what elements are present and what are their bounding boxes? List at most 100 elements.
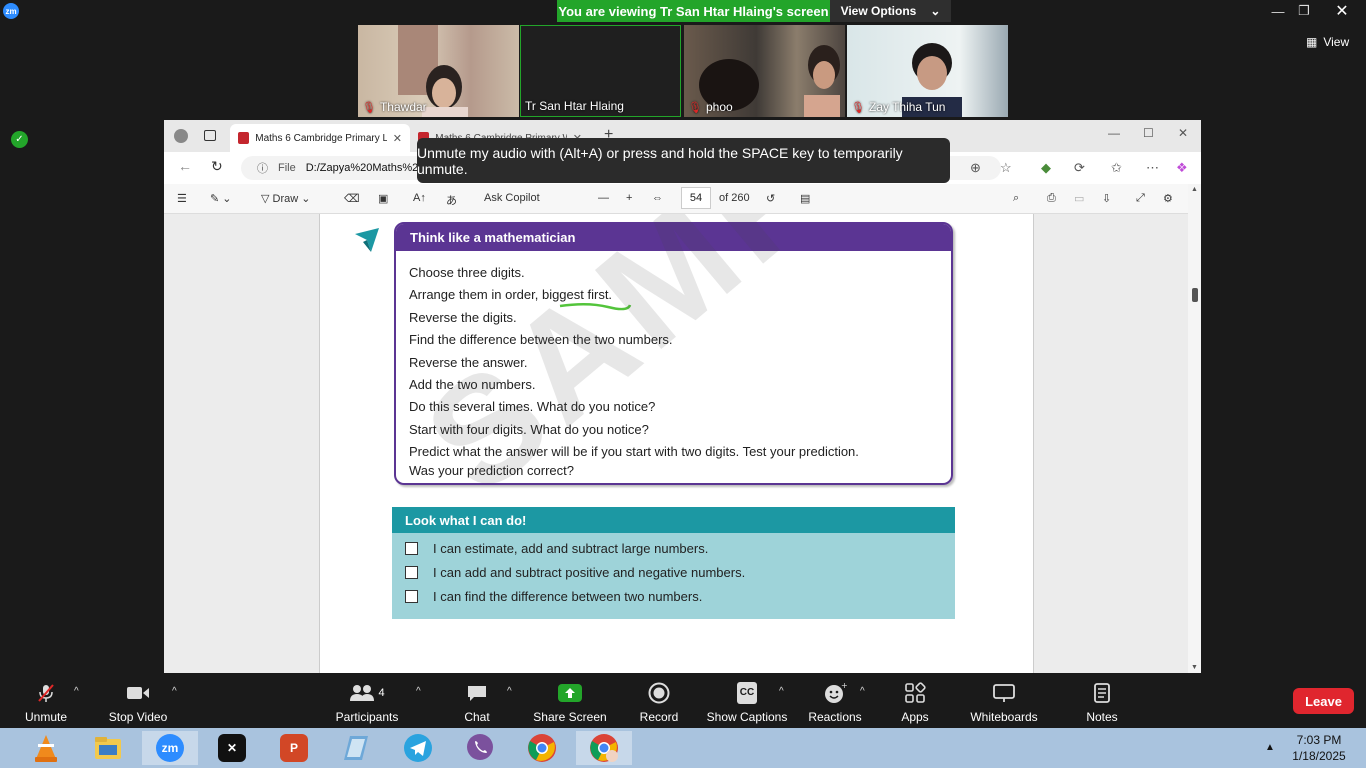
show-captions-label: Show Captions [706,710,788,724]
scroll-down-icon[interactable]: ▼ [1191,664,1198,671]
extension-icon[interactable]: ◆ [1041,160,1051,176]
info-icon: ⓘ [257,163,268,175]
sync-icon[interactable]: ⟳ [1074,160,1085,176]
page-number-input[interactable]: 54 [681,187,711,209]
zoom-icon[interactable]: ⊕ [970,160,981,176]
whiteboards-button[interactable]: Whiteboards [966,680,1042,724]
back-icon[interactable]: ← [178,158,192,174]
close-tab-icon[interactable]: ✕ [393,132,402,145]
stop-video-button[interactable]: Stop Video [105,680,171,724]
draw-button[interactable]: ▽ Draw ⌄ [261,192,310,205]
maximize-icon[interactable]: ☐ [1143,126,1154,140]
refresh-icon[interactable]: ↻ [211,158,223,175]
checklist-item: I can find the difference between two nu… [405,589,702,604]
record-button[interactable]: Record [636,680,682,724]
checkbox[interactable] [405,542,418,555]
tray-chevron-icon[interactable]: ▲ [1265,742,1275,753]
more-icon[interactable]: ⋯ [1146,160,1159,176]
apps-label: Apps [901,710,929,724]
apps-button[interactable]: Apps [895,680,935,724]
scrollbar-thumb[interactable] [1192,288,1198,302]
zoom-out-icon[interactable]: — [598,192,609,204]
chrome-icon[interactable] [514,731,570,765]
highlight-icon[interactable]: ✎ ⌄ [210,192,232,205]
share-banner: You are viewing Tr San Htar Hlaing's scr… [557,0,951,22]
view-options-button[interactable]: View Options ⌄ [830,0,951,22]
windows-taskbar: zm ✕ P [0,728,1366,768]
reactions-options-chevron-icon[interactable]: ^ [860,686,865,697]
tab-pdf-lb[interactable]: Maths 6 Cambridge Primary LB.pdf ✕ [230,124,410,152]
pdf-page: Think like a mathematician Choose three … [319,214,1034,673]
participant-name: Thawdar [379,100,427,114]
vlc-icon[interactable] [18,731,74,765]
notes-app-icon[interactable] [328,731,384,765]
favorites-icon[interactable]: ✩ [1111,160,1122,176]
capcut-icon[interactable]: ✕ [204,731,260,765]
svg-text:+: + [841,682,847,690]
favorite-icon[interactable]: ☆ [1000,160,1012,176]
scroll-up-icon[interactable]: ▲ [1191,186,1198,193]
fit-page-icon[interactable]: ⇔ [652,192,663,204]
restore-icon[interactable]: ❐ [1291,0,1317,22]
chat-options-chevron-icon[interactable]: ^ [507,686,512,697]
read-aloud-icon[interactable]: A↑ [413,192,426,204]
view-button[interactable]: ▦ View [1306,35,1349,49]
fullscreen-icon[interactable]: ⤢ [1136,192,1145,205]
viber-icon[interactable] [452,731,508,765]
text-icon[interactable]: ▣ [378,192,388,205]
captions-options-chevron-icon[interactable]: ^ [779,686,784,697]
share-screen-button[interactable]: Share Screen [532,680,608,724]
leave-button[interactable]: Leave [1293,688,1354,714]
print-icon[interactable]: ⎙ [1047,192,1056,205]
file-explorer-icon[interactable] [80,731,136,765]
save-icon[interactable]: ▭ [1074,192,1084,205]
apps-icon [904,682,926,704]
participants-options-chevron-icon[interactable]: ^ [416,686,421,697]
translate-icon[interactable]: あ [446,192,457,208]
video-thumbnail[interactable]: Tr San Htar Hlaing [520,25,681,117]
smiley-icon: + [823,682,847,704]
contents-icon[interactable]: ☰ [177,192,187,205]
show-captions-button[interactable]: CC Show Captions [705,680,789,724]
pdf-viewer[interactable]: Think like a mathematician Choose three … [164,214,1188,673]
profile-icon[interactable] [174,129,188,143]
participants-button[interactable]: 4 Participants [335,680,399,724]
captions-icon: CC [736,682,758,704]
powerpoint-icon[interactable]: P [266,731,322,765]
rotate-icon[interactable]: ↺ [766,192,775,205]
tab-actions-icon[interactable] [204,130,216,141]
audio-options-chevron-icon[interactable]: ^ [74,686,79,697]
video-thumbnail[interactable]: 🎙 Zay Thiha Tun [847,25,1008,117]
telegram-icon[interactable] [390,731,446,765]
checkbox[interactable] [405,590,418,603]
settings-icon[interactable]: ⚙ [1163,192,1173,205]
minimize-icon[interactable]: — [1265,0,1291,22]
zoom-in-icon[interactable]: + [626,192,632,204]
copilot-icon[interactable]: ❖ [1176,160,1188,176]
minimize-icon[interactable]: — [1108,126,1120,140]
save-as-icon[interactable]: ⇩ [1102,192,1111,205]
taskbar-clock[interactable]: 7:03 PM 1/18/2025 [1284,732,1354,764]
search-icon[interactable]: ⌕ [1013,192,1019,205]
chrome-profile-icon[interactable] [576,731,632,765]
reactions-button[interactable]: + Reactions [806,680,864,724]
zoom-title-strip: zm You are viewing Tr San Htar Hlaing's … [0,0,1366,22]
security-shield-icon[interactable]: ✓ [11,131,28,148]
unmute-button[interactable]: Unmute [20,680,72,724]
close-icon[interactable]: ✕ [1178,126,1188,140]
page-view-icon[interactable]: ▤ [800,192,810,205]
scrollbar[interactable]: ▲ ▼ [1188,184,1201,673]
eraser-icon[interactable]: ⌫ [344,192,360,205]
video-options-chevron-icon[interactable]: ^ [172,686,177,697]
look-box: Look what I can do! I can estimate, add … [392,507,955,619]
checkbox[interactable] [405,566,418,579]
close-icon[interactable]: ✕ [1318,0,1366,22]
notes-button[interactable]: Notes [1081,680,1123,724]
ask-copilot-button[interactable]: Ask Copilot [484,192,540,204]
unmute-label: Unmute [24,710,68,724]
video-thumbnail[interactable]: 🎙 Thawdar [358,25,519,117]
grid-icon: ▦ [1306,35,1318,49]
video-thumbnail[interactable]: 🎙 phoo [684,25,845,117]
chat-button[interactable]: Chat [455,680,499,724]
zoom-taskbar-icon[interactable]: zm [142,731,198,765]
